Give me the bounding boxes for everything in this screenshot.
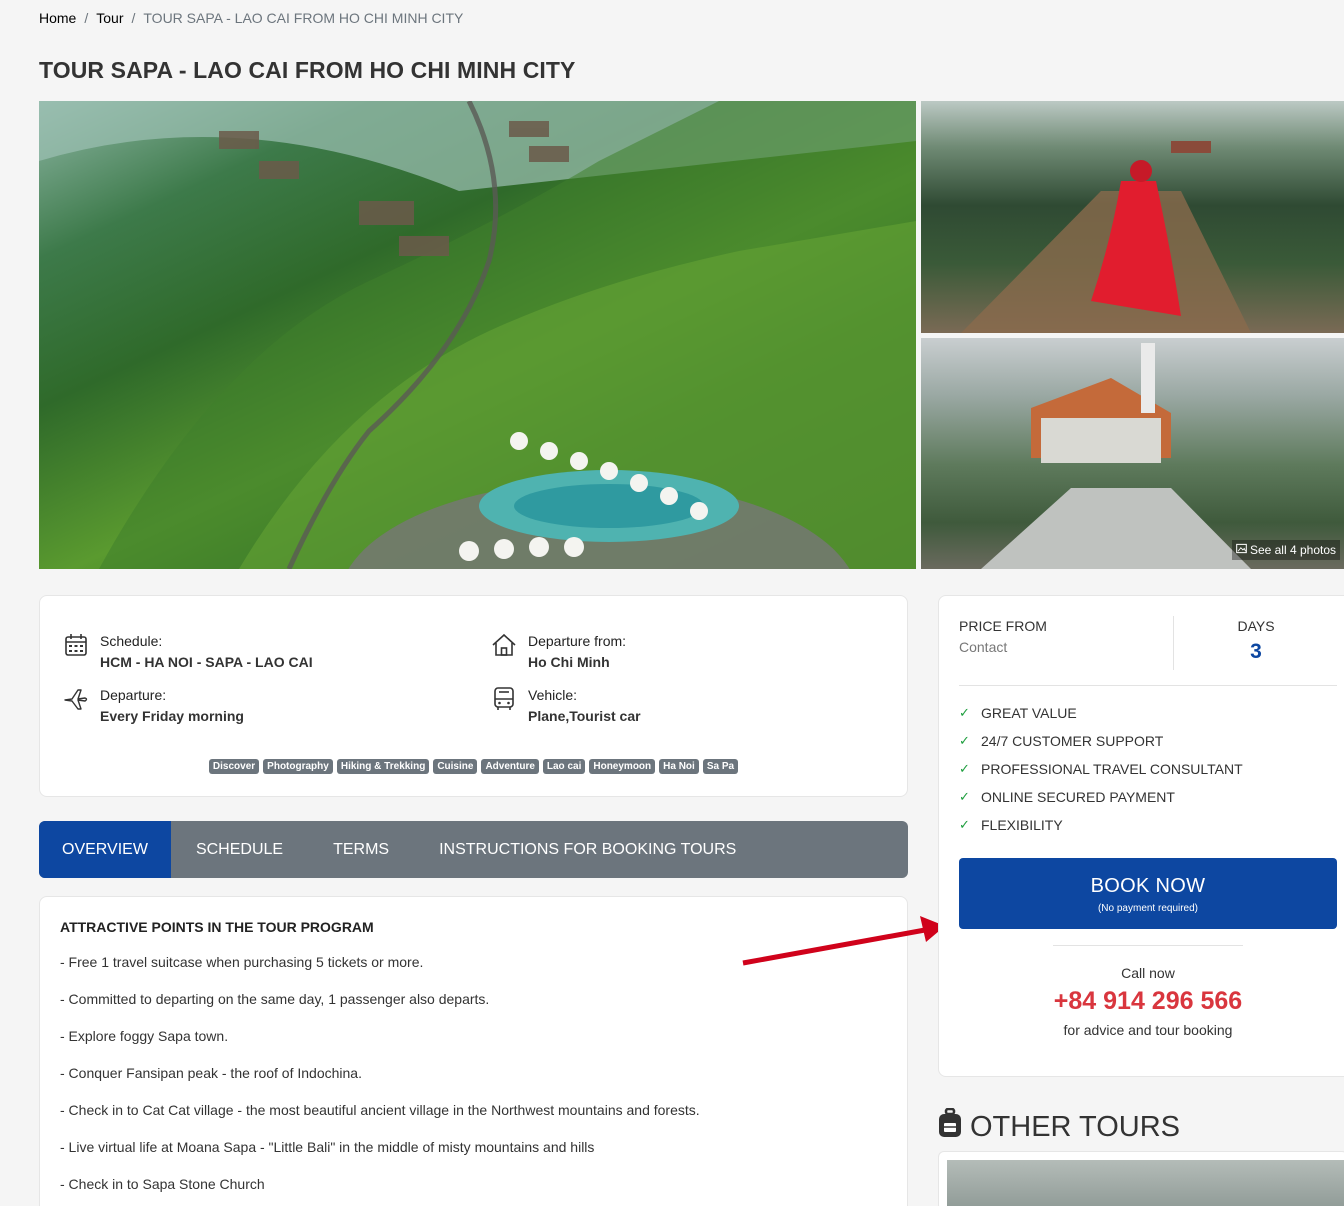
feature-label: GREAT VALUE [981, 705, 1077, 721]
gallery-photo-pagoda[interactable]: See all 4 photos [921, 338, 1344, 569]
feature-item: ✓ FLEXIBILITY [959, 811, 1243, 839]
breadcrumb-separator: / [131, 10, 136, 26]
days-value: 3 [1250, 640, 1262, 663]
overview-point: - Check in to Cat Cat village - the most… [60, 1102, 700, 1118]
departure-from-label: Departure from: [528, 633, 627, 649]
other-tour-card[interactable] [938, 1151, 1344, 1206]
other-tour-image [947, 1160, 1344, 1206]
feature-label: 24/7 CUSTOMER SUPPORT [981, 733, 1164, 749]
call-section: Call now +84 914 296 566 for advice and … [939, 965, 1344, 1038]
book-now-button[interactable]: BOOK NOW (No payment required) [959, 858, 1337, 929]
tag-list: Discover Photography Hiking & Trekking C… [40, 759, 907, 774]
price-value: Contact [959, 639, 1008, 655]
annotation-arrow [742, 916, 945, 966]
schedule-value: HCM - HA NOI - SAPA - LAO CAI [100, 654, 313, 670]
gallery-main-photo[interactable] [39, 101, 916, 569]
woman-on-path-illustration [961, 141, 1251, 333]
departure-from-value: Ho Chi Minh [528, 654, 610, 670]
book-now-sublabel: (No payment required) [1097, 903, 1199, 914]
pagoda-illustration [981, 343, 1251, 569]
feature-label: FLEXIBILITY [981, 817, 1063, 833]
price-from: PRICE FROM Contact [959, 618, 1047, 655]
breadcrumb-home-link[interactable]: Home [39, 10, 76, 26]
book-now-label: BOOK NOW [1090, 875, 1206, 897]
feature-item: ✓ 24/7 CUSTOMER SUPPORT [959, 727, 1243, 755]
tab-booking-instructions[interactable]: INSTRUCTIONS FOR BOOKING TOURS [414, 821, 761, 878]
departure-value: Every Friday morning [100, 708, 244, 724]
tag-sa-pa[interactable]: Sa Pa [702, 759, 739, 774]
tag-lao-cai[interactable]: Lao cai [542, 759, 586, 774]
feature-item: ✓ ONLINE SECURED PAYMENT [959, 783, 1243, 811]
bus-icon [490, 685, 518, 713]
tour-days: DAYS 3 [1175, 618, 1337, 664]
backpack-icon [937, 1107, 963, 1146]
tab-terms[interactable]: TERMS [308, 821, 414, 878]
days-label: DAYS [1237, 618, 1275, 634]
booking-card: PRICE FROM Contact DAYS 3 ✓ GREAT VALUE ✓… [938, 595, 1344, 1077]
schedule-info: Schedule: HCM - HA NOI - SAPA - LAO CAI [62, 631, 313, 673]
feature-label: ONLINE SECURED PAYMENT [981, 789, 1175, 805]
tab-overview[interactable]: OVERVIEW [39, 821, 171, 878]
breadcrumb-separator: / [84, 10, 89, 26]
schedule-label: Schedule: [100, 633, 163, 649]
check-icon: ✓ [959, 817, 970, 832]
tag-ha-noi[interactable]: Ha Noi [659, 759, 699, 774]
overview-point: - Conquer Fansipan peak - the roof of In… [60, 1065, 362, 1081]
image-icon [1236, 543, 1247, 557]
vehicle-value: Plane,Tourist car [528, 708, 641, 724]
price-from-label: PRICE FROM [959, 618, 1047, 634]
tag-honeymoon[interactable]: Honeymoon [589, 759, 656, 774]
other-tours-title: OTHER TOURS [970, 1110, 1181, 1143]
vehicle-label: Vehicle: [528, 687, 578, 703]
tour-info-card: Schedule: HCM - HA NOI - SAPA - LAO CAI … [39, 595, 908, 797]
airplane-icon [62, 685, 90, 713]
phone-number-link[interactable]: +84 914 296 566 [939, 987, 1344, 1016]
overview-point: - Explore foggy Sapa town. [60, 1028, 229, 1044]
check-icon: ✓ [959, 761, 970, 776]
vehicle-info: Vehicle: Plane,Tourist car [490, 685, 641, 727]
check-icon: ✓ [959, 705, 970, 720]
price-divider [1173, 616, 1174, 670]
terraced-hills-illustration [39, 101, 916, 569]
check-icon: ✓ [959, 789, 970, 804]
tag-cuisine[interactable]: Cuisine [433, 759, 478, 774]
tour-tabs: OVERVIEW SCHEDULE TERMS INSTRUCTIONS FOR… [39, 821, 908, 878]
divider [1053, 945, 1243, 946]
see-all-photos-button[interactable]: See all 4 photos [1231, 540, 1340, 560]
call-now-label: Call now [1121, 965, 1175, 981]
breadcrumb-current: TOUR SAPA - LAO CAI FROM HO CHI MINH CIT… [143, 10, 464, 26]
calendar-icon [62, 631, 90, 659]
breadcrumb-tour-link[interactable]: Tour [96, 10, 123, 26]
departure-info: Departure: Every Friday morning [62, 685, 244, 727]
feature-list: ✓ GREAT VALUE ✓ 24/7 CUSTOMER SUPPORT ✓ PRO… [959, 699, 1243, 839]
home-icon [490, 631, 518, 659]
call-sublabel: for advice and tour booking [1063, 1022, 1233, 1038]
check-icon: ✓ [959, 733, 970, 748]
feature-item: ✓ GREAT VALUE [959, 699, 1243, 727]
tag-discover[interactable]: Discover [208, 759, 260, 774]
page-title: TOUR SAPA - LAO CAI FROM HO CHI MINH CIT… [39, 57, 576, 83]
other-tours-heading: OTHER TOURS [937, 1107, 1181, 1146]
tag-hiking-trekking[interactable]: Hiking & Trekking [336, 759, 430, 774]
departure-label: Departure: [100, 687, 167, 703]
divider [959, 685, 1337, 686]
tag-photography[interactable]: Photography [263, 759, 333, 774]
overview-point: - Committed to departing on the same day… [60, 991, 490, 1007]
gallery-photo-woman-in-red[interactable] [921, 101, 1344, 333]
tab-schedule[interactable]: SCHEDULE [171, 821, 308, 878]
breadcrumb: Home / Tour / TOUR SAPA - LAO CAI FROM H… [39, 10, 463, 26]
departure-from-info: Departure from: Ho Chi Minh [490, 631, 626, 673]
tag-adventure[interactable]: Adventure [481, 759, 539, 774]
feature-item: ✓ PROFESSIONAL TRAVEL CONSULTANT [959, 755, 1243, 783]
feature-label: PROFESSIONAL TRAVEL CONSULTANT [981, 761, 1243, 777]
see-all-photos-label: See all 4 photos [1249, 543, 1336, 557]
overview-point: - Check in to Sapa Stone Church [60, 1176, 265, 1192]
overview-point: - Live virtual life at Moana Sapa - "Lit… [60, 1139, 595, 1155]
